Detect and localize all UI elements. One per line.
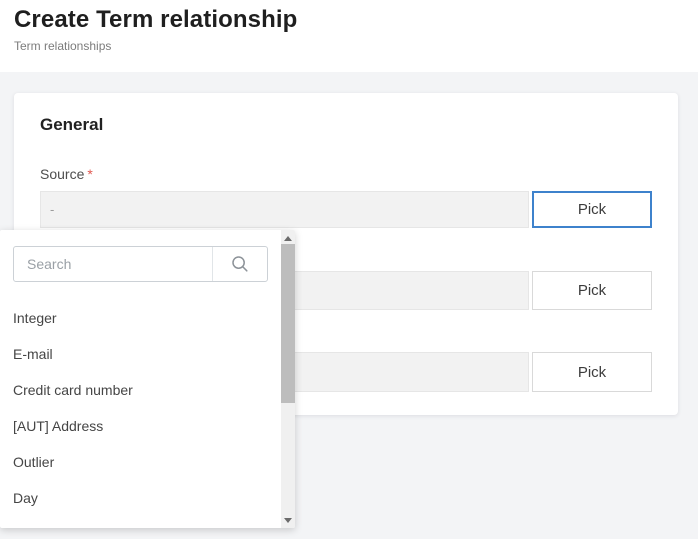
- pick-button-source[interactable]: Pick: [532, 191, 652, 228]
- pick-button-3[interactable]: Pick: [532, 352, 652, 392]
- breadcrumb[interactable]: Term relationships: [14, 39, 111, 53]
- term-list: Integer E-mail Credit card number [AUT] …: [0, 300, 281, 516]
- source-value: -: [50, 202, 55, 217]
- scrollbar-thumb[interactable]: [281, 244, 295, 403]
- search-icon: [230, 254, 250, 274]
- term-picker-dropdown: Integer E-mail Credit card number [AUT] …: [0, 230, 295, 528]
- search-button[interactable]: [212, 247, 267, 281]
- screen: Create Term relationship Term relationsh…: [0, 0, 698, 539]
- search-group: [13, 246, 268, 282]
- required-asterisk: *: [87, 166, 93, 182]
- triangle-down-icon: [284, 517, 292, 523]
- term-item-credit-card[interactable]: Credit card number: [0, 372, 281, 408]
- pick-button-2[interactable]: Pick: [532, 271, 652, 310]
- scroll-down-button[interactable]: [281, 512, 295, 528]
- page-title: Create Term relationship: [14, 6, 298, 33]
- term-item-aut-address[interactable]: [AUT] Address: [0, 408, 281, 444]
- term-item-day[interactable]: Day: [0, 480, 281, 516]
- term-item-outlier[interactable]: Outlier: [0, 444, 281, 480]
- scrollbar[interactable]: [281, 230, 295, 528]
- triangle-up-icon: [284, 235, 292, 241]
- section-title: General: [40, 115, 104, 134]
- term-item-integer[interactable]: Integer: [0, 300, 281, 336]
- source-label: Source *: [40, 166, 93, 182]
- term-item-email[interactable]: E-mail: [0, 336, 281, 372]
- source-label-text: Source: [40, 166, 85, 182]
- source-value-field: -: [40, 191, 529, 228]
- search-input[interactable]: [14, 247, 212, 281]
